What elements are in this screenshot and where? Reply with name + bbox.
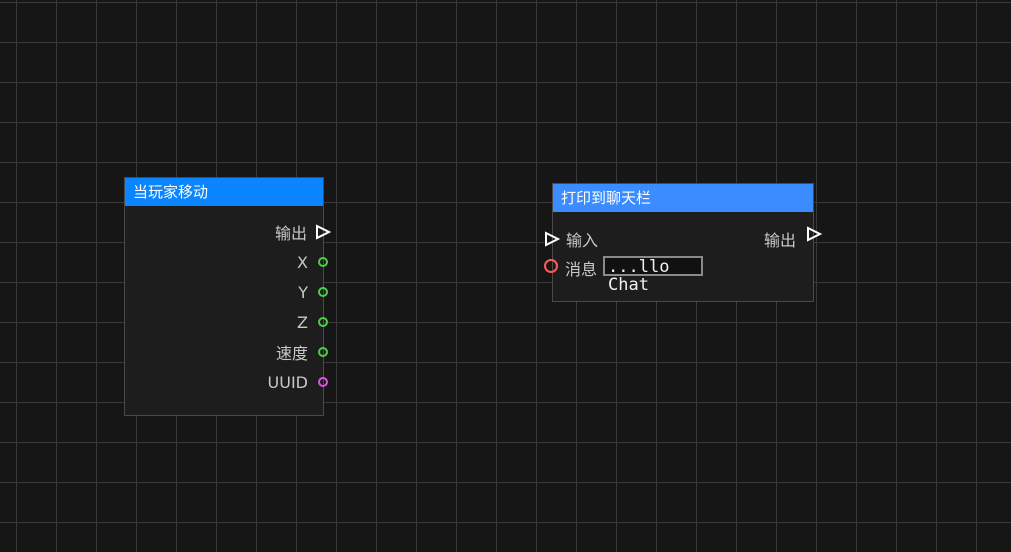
print-input-exec-label: 输入 (566, 231, 599, 250)
print-node-header[interactable]: 打印到聊天栏 (553, 184, 813, 212)
print-input-message-row: 消息 ...llo Chat (544, 254, 704, 294)
event-output-y-label: Y (298, 282, 308, 302)
speed-output-pin-icon[interactable] (318, 347, 328, 357)
print-to-chat-node[interactable]: 打印到聊天栏 输入 输出 消息 ...llo Chat (544, 183, 822, 302)
node-graph-canvas[interactable]: 当玩家移动 输出 X Y Z 速度 UUID 打印到聊天栏 输入 输出 消息 .… (0, 0, 1011, 552)
z-output-pin-icon[interactable] (318, 317, 328, 327)
x-output-pin-icon[interactable] (318, 257, 328, 267)
message-input-pin-icon[interactable] (544, 259, 558, 273)
event-output-z-row: Z (297, 310, 331, 334)
event-output-exec-row: 输出 (275, 220, 331, 244)
exec-output-pin-icon[interactable] (806, 226, 822, 242)
print-output-exec-row: 输出 (764, 222, 822, 250)
event-output-exec-label: 输出 (274, 224, 307, 243)
exec-input-pin-icon[interactable] (544, 231, 560, 247)
y-output-pin-icon[interactable] (318, 287, 328, 297)
uuid-output-pin-icon[interactable] (318, 377, 328, 387)
event-output-x-label: X (297, 252, 308, 272)
event-output-y-row: Y (298, 280, 331, 304)
print-node-title: 打印到聊天栏 (561, 189, 652, 207)
event-node-player-move[interactable]: 当玩家移动 输出 X Y Z 速度 UUID (124, 177, 331, 416)
event-node-title: 当玩家移动 (133, 183, 209, 201)
print-input-exec-row: 输入 (544, 227, 598, 251)
message-value-input[interactable]: ...llo Chat (603, 256, 704, 294)
event-output-uuid-row: UUID (268, 370, 331, 394)
print-output-exec-label: 输出 (763, 231, 796, 250)
event-node-header[interactable]: 当玩家移动 (125, 178, 323, 206)
event-output-z-label: Z (297, 312, 308, 332)
event-output-x-row: X (297, 250, 331, 274)
print-input-message-label: 消息 (565, 260, 598, 279)
event-output-speed-row: 速度 (276, 340, 331, 364)
event-output-speed-label: 速度 (275, 344, 308, 363)
exec-output-pin-icon[interactable] (315, 224, 331, 240)
event-output-uuid-label: UUID (267, 372, 308, 392)
